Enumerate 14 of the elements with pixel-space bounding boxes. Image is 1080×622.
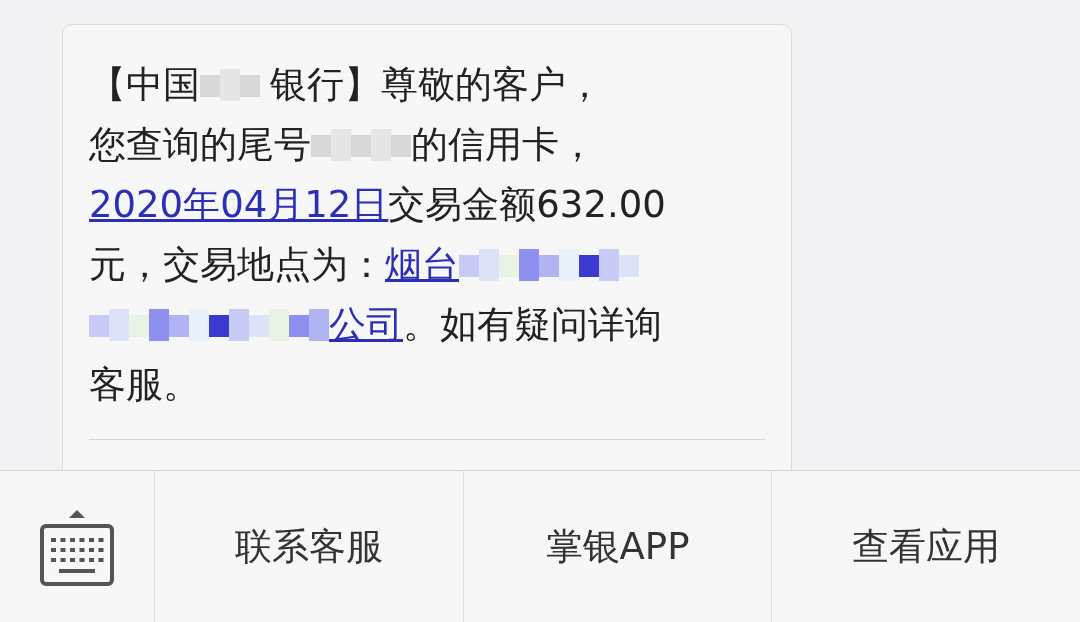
message-link[interactable]: 2020年04月12日 — [89, 177, 389, 233]
message-text: 【中国 — [89, 62, 200, 109]
message-text: 交易金额632.00 — [388, 182, 666, 229]
message-text: 元，交易地点为： — [89, 242, 385, 289]
message-text: 的信用卡， — [411, 122, 596, 169]
message-text: 。如有疑问详询 — [403, 302, 662, 349]
message-link[interactable]: 烟台 — [385, 237, 459, 293]
menu-button[interactable]: 掌银APP — [463, 471, 773, 622]
message-text: 客服。 — [89, 362, 200, 409]
message-text: 银行】尊敬的客户， — [270, 62, 603, 109]
menu-button[interactable]: 查看应用 — [772, 471, 1080, 622]
message-link[interactable]: 公司 — [329, 297, 403, 353]
menu-button[interactable]: 联系客服 — [155, 471, 464, 622]
message-text: 您查询的尾号 — [89, 122, 311, 169]
